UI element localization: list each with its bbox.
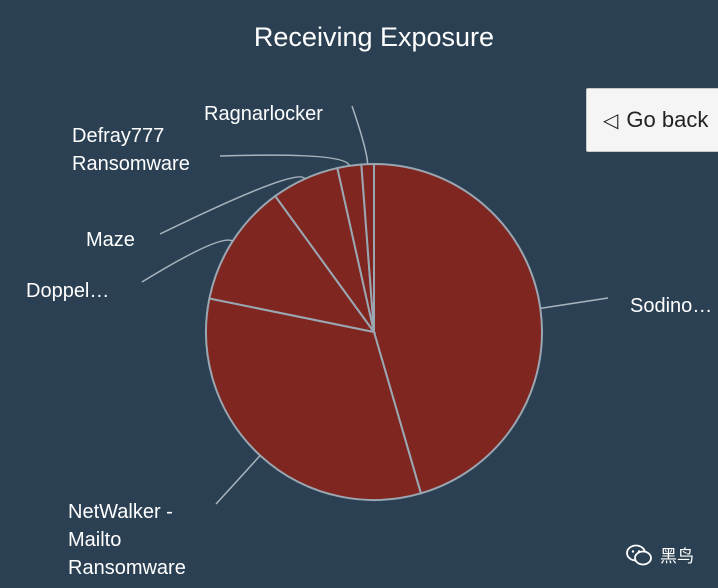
back-arrow-icon: ◁ <box>603 109 619 132</box>
leader-line <box>219 154 351 167</box>
watermark: 黑鸟 <box>626 542 694 567</box>
slice-label: Maze <box>86 229 135 251</box>
chart-title: Receiving Exposure <box>254 22 494 52</box>
go-back-button[interactable]: ◁ Go back <box>586 88 718 152</box>
wechat-icon <box>626 544 652 565</box>
slice-label: NetWalker -Mailto Ransomware <box>68 501 186 579</box>
leader-line <box>351 105 369 165</box>
slice-label: Doppel… <box>26 280 109 302</box>
leader-line <box>540 297 609 310</box>
slice-label: Ragnarlocker <box>204 103 323 125</box>
watermark-text: 黑鸟 <box>660 547 694 567</box>
go-back-label: Go back <box>626 107 709 132</box>
leader-line <box>215 455 261 505</box>
slice-label: Sodino… <box>630 295 712 317</box>
slice-label: Defray777 Ransomware <box>72 125 190 175</box>
